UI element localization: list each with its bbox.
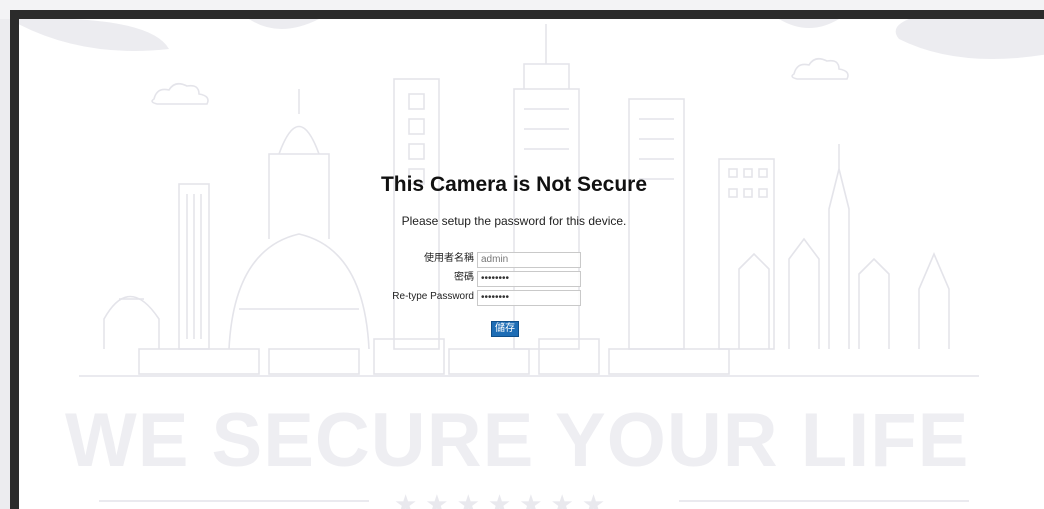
username-row: 使用者名稱: [299, 252, 729, 268]
window-frame-top: [10, 10, 1044, 19]
setup-page: WE SECURE YOUR LIFE ★★★★★★★ This Camera …: [19, 19, 1044, 509]
cloud-icon: [151, 82, 209, 105]
password-input[interactable]: [477, 271, 581, 287]
password-row: 密碼: [299, 271, 729, 287]
username-input[interactable]: [477, 252, 581, 268]
page-root: WE SECURE YOUR LIFE ★★★★★★★ This Camera …: [0, 0, 1044, 509]
page-subtitle: Please setup the password for this devic…: [401, 214, 627, 228]
retype-password-input[interactable]: [477, 290, 581, 306]
cloud-icon: [791, 57, 849, 80]
password-label: 密碼: [454, 272, 474, 283]
window-left-edge: [0, 0, 10, 509]
password-form: 使用者名稱 密碼 Re-type Password: [299, 252, 729, 309]
username-label: 使用者名稱: [424, 253, 474, 264]
star-rating-decoration: ★★★★★★★: [394, 489, 614, 509]
save-button[interactable]: 儲存: [491, 321, 519, 337]
retype-password-label: Re-type Password: [392, 291, 474, 302]
page-title: This Camera is Not Secure: [380, 173, 648, 196]
retype-password-row: Re-type Password: [299, 290, 729, 306]
window-frame-left: [10, 10, 19, 509]
watermark-text: WE SECURE YOUR LIFE: [65, 398, 970, 483]
password-setup-panel: This Camera is Not Secure Please setup t…: [299, 169, 729, 337]
